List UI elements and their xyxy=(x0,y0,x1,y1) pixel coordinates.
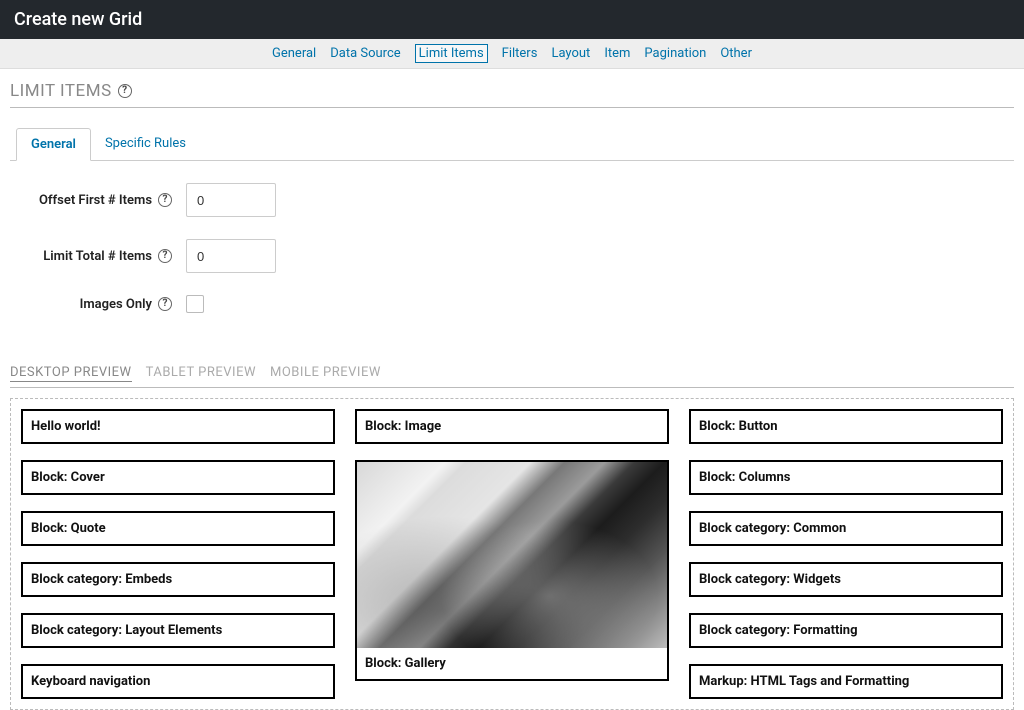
list-item[interactable]: Keyboard navigation xyxy=(21,664,335,699)
offset-input[interactable] xyxy=(186,183,276,217)
nav-general[interactable]: General xyxy=(272,46,316,61)
help-icon[interactable]: ? xyxy=(158,249,172,263)
gallery-caption: Block: Gallery xyxy=(357,648,667,679)
preview-container: Hello world! Block: Cover Block: Quote B… xyxy=(10,398,1014,710)
help-icon[interactable]: ? xyxy=(158,193,172,207)
nav-filters[interactable]: Filters xyxy=(502,46,538,61)
subtab-specific-rules[interactable]: Specific Rules xyxy=(91,128,200,160)
help-icon[interactable]: ? xyxy=(118,84,132,98)
images-only-label: Images Only ? xyxy=(16,297,186,312)
list-item[interactable]: Block: Columns xyxy=(689,460,1003,495)
subtab-general[interactable]: General xyxy=(16,128,91,161)
list-item[interactable]: Block category: Embeds xyxy=(21,562,335,597)
list-item[interactable]: Block category: Widgets xyxy=(689,562,1003,597)
offset-label: Offset First # Items ? xyxy=(16,193,186,208)
gallery-image xyxy=(357,462,667,648)
list-item[interactable]: Block category: Formatting xyxy=(689,613,1003,648)
preview-tab-tablet[interactable]: TABLET PREVIEW xyxy=(146,365,256,381)
nav-layout[interactable]: Layout xyxy=(551,46,590,61)
preview-column-3: Block: Button Block: Columns Block categ… xyxy=(689,409,1003,699)
nav-limit-items[interactable]: Limit Items xyxy=(415,44,488,63)
nav-pagination[interactable]: Pagination xyxy=(644,46,706,61)
nav-item[interactable]: Item xyxy=(604,46,630,61)
section-header-limit-items: LIMIT ITEMS ? xyxy=(10,81,1014,108)
list-item[interactable]: Block: Quote xyxy=(21,511,335,546)
list-item[interactable]: Block: Image xyxy=(355,409,669,444)
list-item[interactable]: Block: Cover xyxy=(21,460,335,495)
preview-column-2: Block: Image Block: Gallery xyxy=(355,409,669,681)
top-navigation: General Data Source Limit Items Filters … xyxy=(0,39,1024,69)
preview-tab-desktop[interactable]: DESKTOP PREVIEW xyxy=(10,365,132,382)
images-only-checkbox[interactable] xyxy=(186,295,204,313)
preview-tab-mobile[interactable]: MOBILE PREVIEW xyxy=(270,365,381,381)
list-item[interactable]: Block category: Layout Elements xyxy=(21,613,335,648)
nav-other[interactable]: Other xyxy=(720,46,752,61)
general-form: Offset First # Items ? Limit Total # Ite… xyxy=(10,161,1014,345)
list-item[interactable]: Block: Button xyxy=(689,409,1003,444)
preview-column-1: Hello world! Block: Cover Block: Quote B… xyxy=(21,409,335,699)
limit-label: Limit Total # Items ? xyxy=(16,249,186,264)
nav-data-source[interactable]: Data Source xyxy=(330,46,400,61)
preview-tabs: DESKTOP PREVIEW TABLET PREVIEW MOBILE PR… xyxy=(10,365,1014,388)
help-icon[interactable]: ? xyxy=(158,297,172,311)
list-item-gallery[interactable]: Block: Gallery xyxy=(355,460,669,681)
list-item[interactable]: Hello world! xyxy=(21,409,335,444)
limit-input[interactable] xyxy=(186,239,276,273)
subtabs: General Specific Rules xyxy=(10,128,1014,161)
list-item[interactable]: Markup: HTML Tags and Formatting xyxy=(689,664,1003,699)
list-item[interactable]: Block category: Common xyxy=(689,511,1003,546)
dialog-title: Create new Grid xyxy=(0,0,1024,39)
